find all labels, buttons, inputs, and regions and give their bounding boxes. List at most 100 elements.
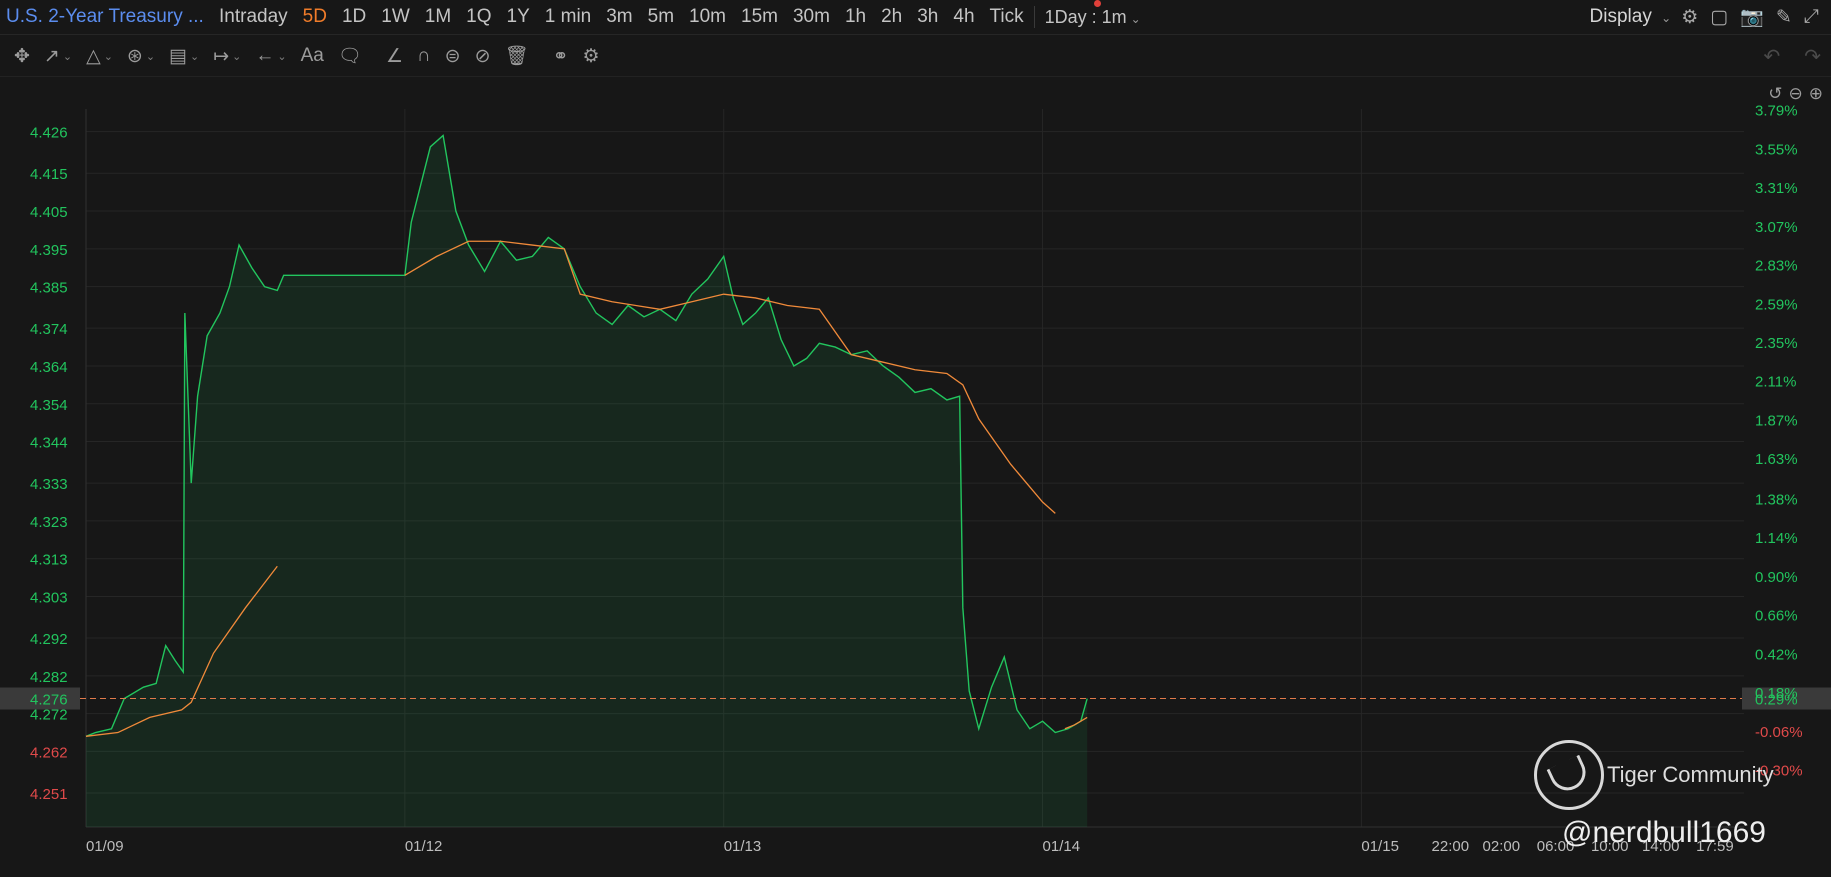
pct-tick-label: 1.38%	[1755, 492, 1798, 509]
pct-tick-label: 1.14%	[1755, 530, 1798, 547]
pct-tick-label: 1.87%	[1755, 412, 1798, 429]
pct-tick-label: 0.90%	[1755, 569, 1798, 586]
pct-tick-label: 0.66%	[1755, 608, 1798, 625]
pct-tick-label: -0.06%	[1755, 724, 1803, 741]
pct-tick-label: 3.07%	[1755, 219, 1798, 236]
y-tick-label: 4.333	[30, 476, 68, 493]
redo-icon[interactable]: ↷	[1804, 44, 1821, 69]
watermark-community: Tiger Community	[1607, 762, 1774, 787]
delete-icon[interactable]: 🗑	[505, 44, 529, 68]
y-tick-label: 4.292	[30, 631, 68, 648]
pct-tick-label: 1.63%	[1755, 451, 1798, 468]
period-tab[interactable]: 3h	[917, 6, 938, 28]
period-tab[interactable]: 4h	[953, 6, 974, 28]
y-tick-label: 4.303	[30, 589, 68, 606]
layers-icon[interactable]: ⚭	[553, 45, 569, 68]
pct-tick-label: 3.31%	[1755, 180, 1798, 197]
y-tick-label: 4.426	[30, 125, 68, 142]
watermark-handle: @nerdbull1669	[1562, 816, 1766, 849]
pct-tick-label: 0.42%	[1755, 646, 1798, 663]
period-selector: Intraday 5D 1D 1W 1M 1Q 1Y 1 min 3m 5m 10m 15m 30m 1h…	[204, 6, 1024, 28]
y-tick-label: 4.364	[30, 359, 68, 376]
magnet-icon[interactable]: ∩	[417, 45, 431, 67]
pct-tick-label: 2.59%	[1755, 296, 1798, 313]
current-price-label: 4.276	[30, 692, 68, 709]
lock-icon[interactable]: ⊜	[445, 45, 461, 68]
arrow-icon[interactable]: ← ⌄	[255, 45, 286, 67]
x-tick-label: 22:00	[1432, 838, 1470, 855]
fullscreen-icon[interactable]: ⤢	[1804, 6, 1819, 28]
chevron-down-icon: ⌄	[1661, 11, 1672, 25]
period-tab[interactable]: 3m	[606, 6, 632, 28]
period-tab[interactable]: Intraday	[219, 6, 288, 28]
y-tick-label: 4.385	[30, 280, 68, 297]
display-label: Display	[1589, 6, 1652, 27]
x-tick-label: 01/12	[405, 838, 443, 855]
period-tab[interactable]: 1W	[381, 6, 410, 28]
pct-tick-label: 3.55%	[1755, 141, 1798, 158]
screenshot-icon[interactable]: 📷	[1740, 5, 1764, 29]
y-tick-label: 4.323	[30, 514, 68, 531]
settings-icon[interactable]: ⚙	[583, 45, 600, 68]
fibonacci-icon[interactable]: ▤ ⌄	[169, 45, 199, 68]
tiger-logo-icon	[1534, 740, 1604, 810]
pattern-icon[interactable]: ⊛ ⌄	[127, 45, 155, 68]
period-tab[interactable]: 10m	[689, 6, 726, 28]
pct-tick-label: 2.11%	[1755, 374, 1796, 391]
pct-tick-label: 3.79%	[1755, 103, 1798, 120]
layout-icon[interactable]: ▢	[1710, 6, 1728, 29]
hide-icon[interactable]: ⊘	[475, 45, 491, 68]
period-tab[interactable]: 5m	[648, 6, 674, 28]
eraser-pen-icon[interactable]: ∠	[386, 45, 403, 68]
period-tab[interactable]: 30m	[793, 6, 830, 28]
drawing-toolbar: ✥ ↗ ⌄ △ ⌄ ⊛ ⌄ ▤ ⌄ ↦ ⌄ ← ⌄ Aa 🗨 ∠ ∩ ⊜ ⊘ 🗑 ⚭ ⚙	[0, 36, 1831, 77]
price-area	[86, 135, 1088, 827]
y-tick-label: 4.405	[30, 204, 68, 221]
period-tab[interactable]: 1 min	[545, 6, 591, 28]
x-tick-label: 01/13	[724, 838, 762, 855]
period-tab[interactable]: 1Q	[466, 6, 491, 28]
top-right-tools: Display ⌄ ⚙ ▢ 📷 ✎ ⤢	[1590, 0, 1831, 34]
period-tab[interactable]: 1D	[342, 6, 366, 28]
settings-icon[interactable]: ⚙	[1681, 6, 1698, 29]
y-tick-label: 4.251	[30, 786, 68, 803]
measure-icon[interactable]: ↦ ⌄	[213, 45, 241, 68]
trend-line-icon[interactable]: ↗ ⌄	[44, 45, 72, 68]
pct-tick-label: 0.18%	[1755, 685, 1798, 702]
divider	[1033, 6, 1035, 28]
x-tick-label: 01/15	[1361, 838, 1399, 855]
tick-indicator-dot	[1094, 0, 1101, 7]
undo-icon[interactable]: ↶	[1763, 44, 1780, 69]
edit-icon[interactable]: ✎	[1776, 6, 1792, 29]
period-tab[interactable]: 2h	[881, 6, 902, 28]
note-icon[interactable]: 🗨	[338, 44, 362, 68]
period-tab[interactable]: 5D	[303, 6, 327, 28]
period-tab[interactable]: 15m	[741, 6, 778, 28]
x-tick-label: 01/14	[1043, 838, 1081, 855]
instrument-title[interactable]: U.S. 2-Year Treasury ...	[0, 6, 204, 28]
y-tick-label: 4.395	[30, 242, 68, 259]
pct-tick-label: 2.83%	[1755, 258, 1798, 275]
move-icon[interactable]: ✥	[14, 45, 30, 68]
pct-tick-label: 2.35%	[1755, 335, 1798, 352]
x-tick-label: 02:00	[1483, 838, 1521, 855]
chevron-down-icon: ⌄	[1130, 11, 1141, 26]
period-tab[interactable]: 1h	[845, 6, 866, 28]
period-tab[interactable]: Tick	[990, 6, 1024, 28]
y-tick-label: 4.262	[30, 744, 68, 761]
y-tick-label: 4.374	[30, 321, 68, 338]
x-tick-label: 01/09	[86, 838, 124, 855]
y-tick-label: 4.313	[30, 552, 68, 569]
interval-dropdown[interactable]: 1Day : 1m ⌄	[1045, 7, 1141, 28]
top-bar: U.S. 2-Year Treasury ... Intraday 5D 1D 1W 1…	[0, 0, 1831, 35]
interval-label: 1Day : 1m	[1044, 6, 1127, 27]
y-tick-label: 4.354	[30, 397, 68, 414]
text-icon[interactable]: Aa	[301, 45, 324, 67]
period-tab[interactable]: 1Y	[507, 6, 530, 28]
y-tick-label: 4.282	[30, 669, 68, 686]
period-tab[interactable]: 1M	[425, 6, 451, 28]
y-tick-label: 4.415	[30, 166, 68, 183]
y-tick-label: 4.344	[30, 435, 68, 452]
display-button[interactable]: Display ⌄	[1590, 6, 1672, 28]
polyline-icon[interactable]: △ ⌄	[86, 45, 113, 68]
